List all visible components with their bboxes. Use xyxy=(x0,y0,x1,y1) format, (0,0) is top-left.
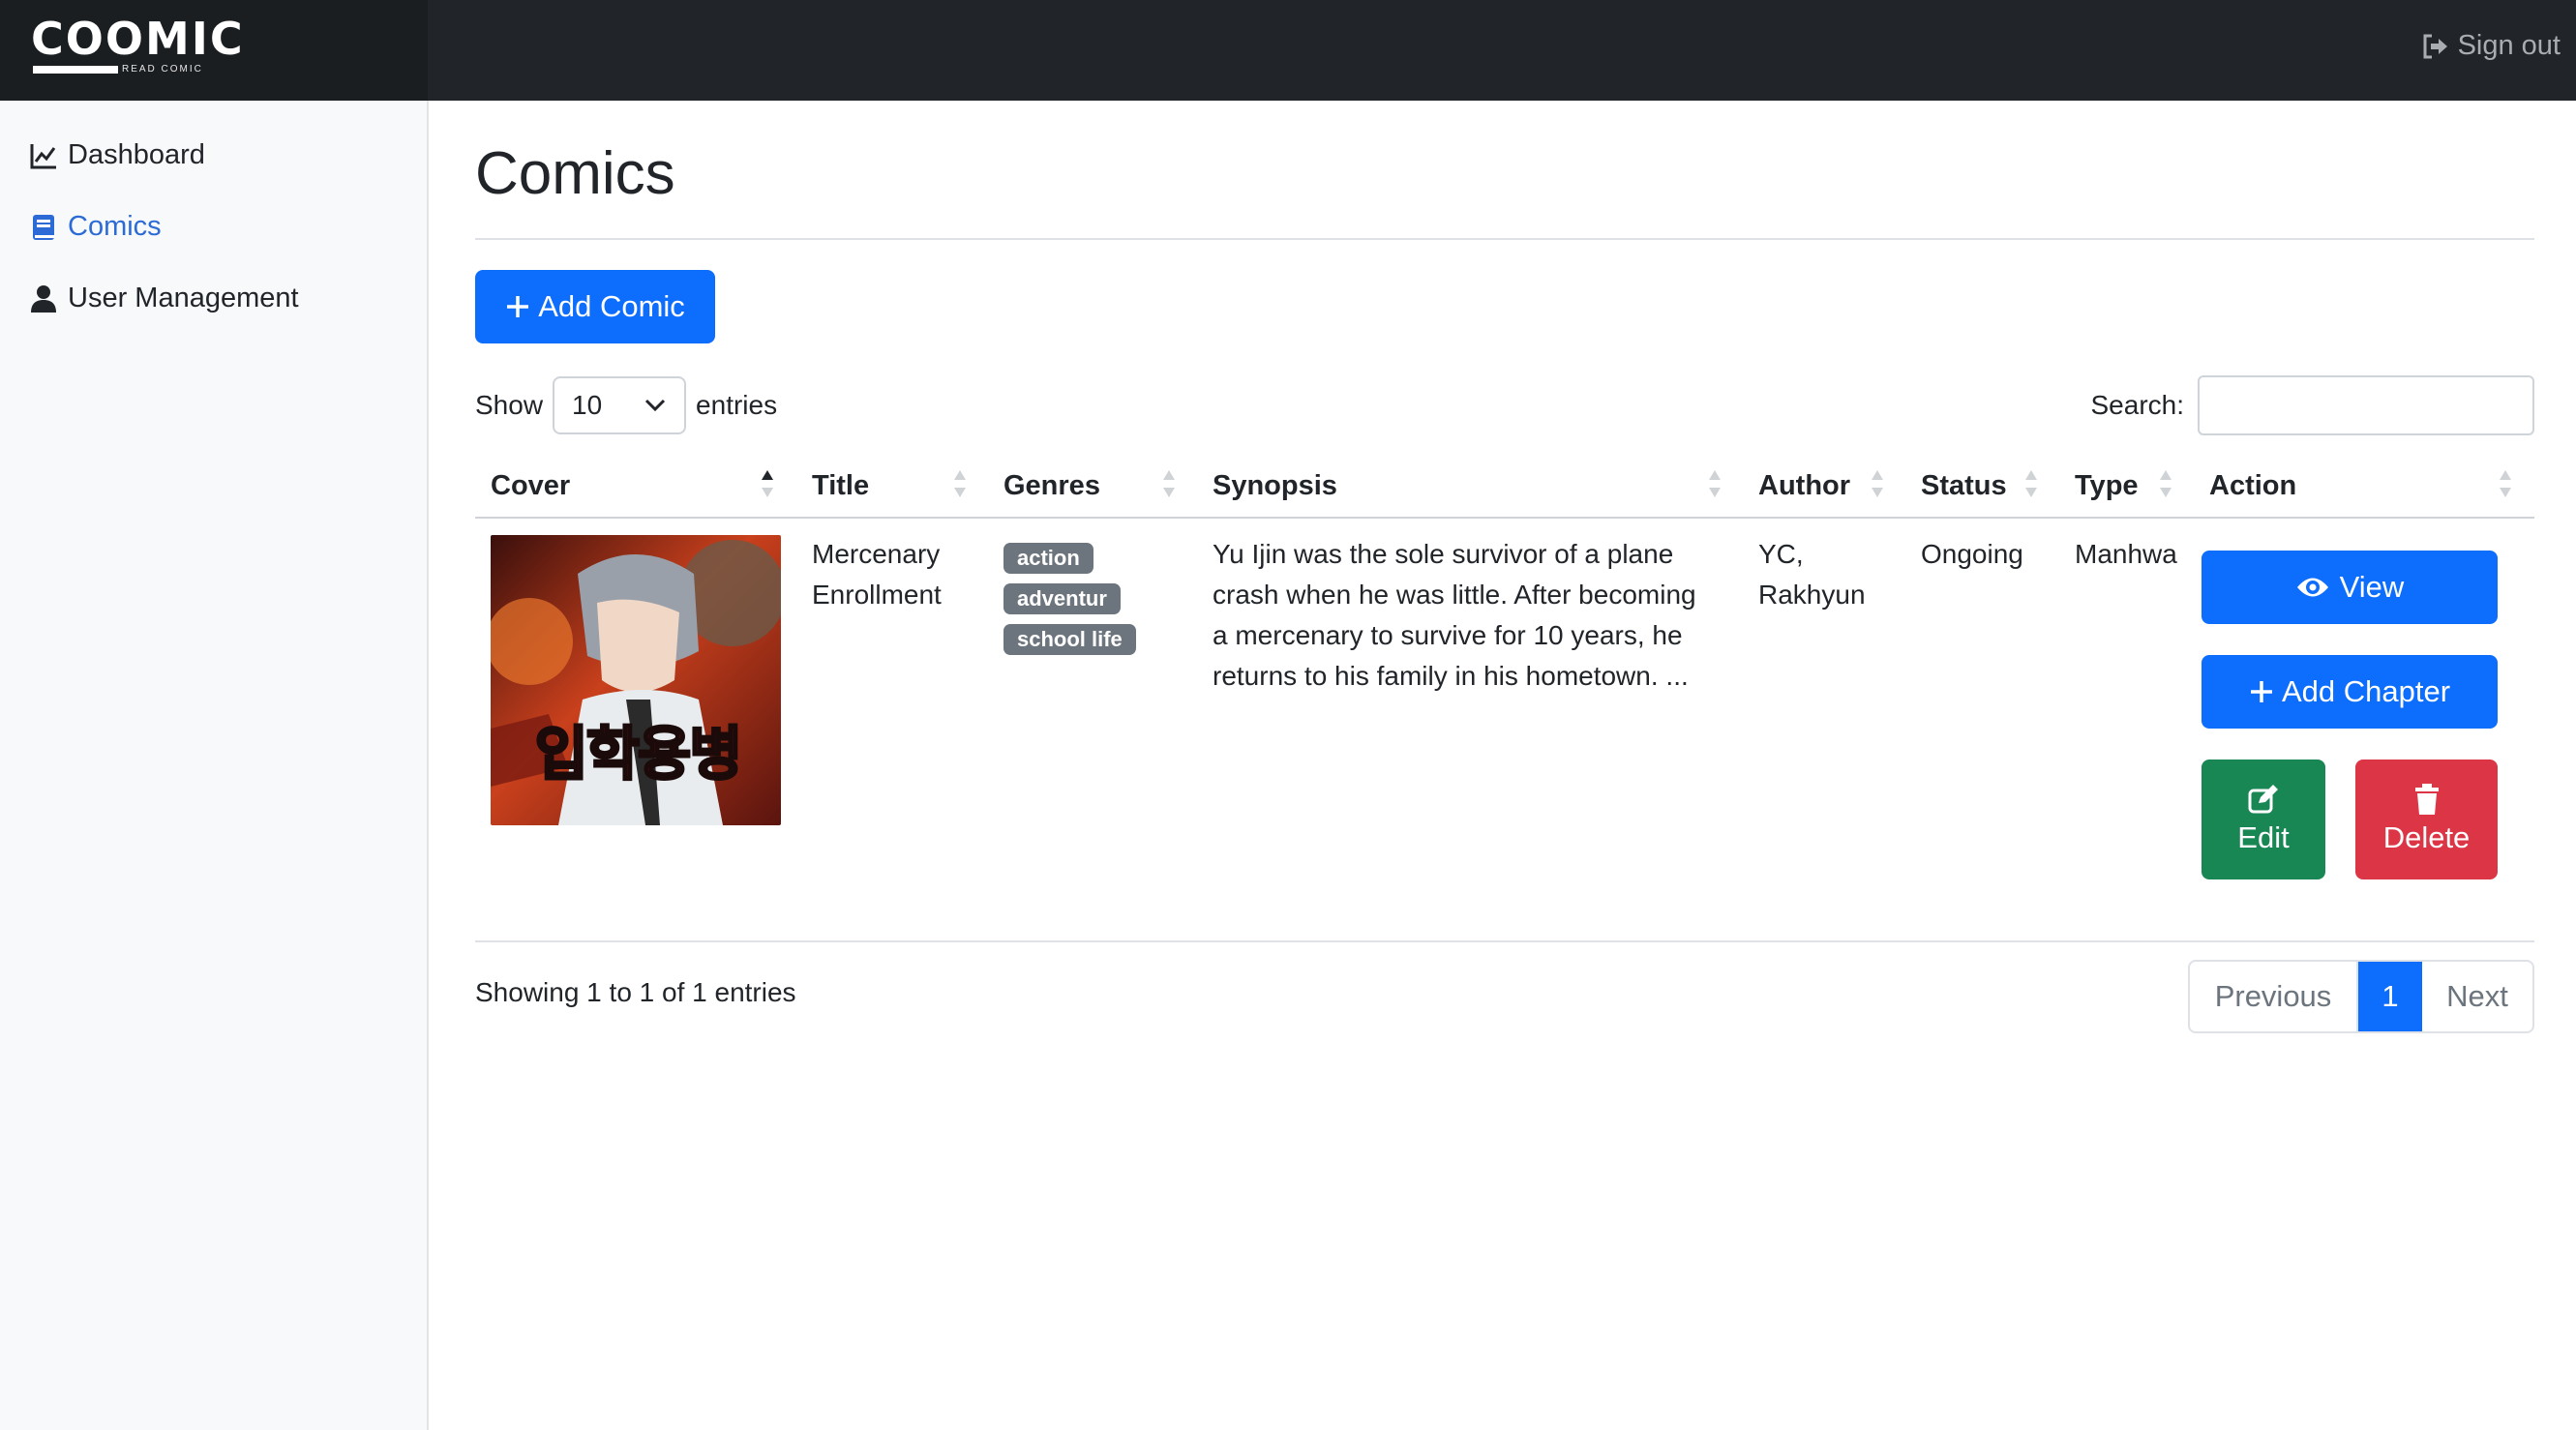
column-header-title[interactable]: Title xyxy=(812,461,869,511)
plus-icon xyxy=(507,296,529,317)
add-comic-button[interactable]: Add Comic xyxy=(475,270,715,343)
view-button[interactable]: View xyxy=(2202,551,2498,624)
column-header-synopsis[interactable]: Synopsis xyxy=(1213,461,1337,511)
chart-line-icon xyxy=(30,143,56,168)
sort-icon xyxy=(2025,470,2037,497)
sidebar-item-label: Dashboard xyxy=(68,139,205,170)
cover-title-text: 입학용병 xyxy=(533,720,744,790)
comic-type: Manhwa xyxy=(2075,539,2177,569)
genre-badge: school life xyxy=(1003,624,1136,655)
synopsis-line: crash when he was little. After becoming xyxy=(1213,580,1696,610)
edit-icon xyxy=(2248,785,2278,814)
entries-label: entries xyxy=(696,390,778,420)
pagination: Previous 1 Next xyxy=(2188,960,2534,1033)
add-chapter-button[interactable]: Add Chapter xyxy=(2202,655,2498,729)
author-line: Rakhyun xyxy=(1758,580,1866,610)
pagination-previous[interactable]: Previous xyxy=(2190,962,2358,1031)
brand-logo[interactable]: COOMIC READ COMIC xyxy=(31,13,245,74)
sort-icon xyxy=(954,470,966,497)
sidebar: Dashboard Comics User Management xyxy=(0,101,429,1430)
chevron-down-icon xyxy=(644,399,666,412)
search-control: Search: xyxy=(2090,375,2534,435)
sort-icon xyxy=(1709,470,1721,497)
author-line: YC, xyxy=(1758,539,1804,569)
sign-out-label: Sign out xyxy=(2457,30,2561,61)
pagination-next[interactable]: Next xyxy=(2422,962,2532,1031)
brand-underline xyxy=(33,66,118,74)
comic-title-line: Mercenary xyxy=(812,539,941,569)
sort-icon xyxy=(1872,470,1883,497)
brand-area: COOMIC READ COMIC xyxy=(0,0,428,101)
title-divider xyxy=(475,238,2534,240)
column-header-cover[interactable]: Cover xyxy=(491,461,570,511)
comic-title-line: Enrollment xyxy=(812,580,942,610)
sort-icon xyxy=(2160,470,2172,497)
book-icon xyxy=(33,214,54,240)
sort-icon xyxy=(2500,470,2511,497)
genre-badge: adventur xyxy=(1003,583,1121,614)
sidebar-item-label: User Management xyxy=(68,283,299,313)
sort-asc-icon xyxy=(762,470,773,497)
column-header-author[interactable]: Author xyxy=(1758,461,1850,511)
view-label: View xyxy=(2339,570,2405,604)
user-icon xyxy=(31,284,56,313)
top-navbar: COOMIC READ COMIC Sign out xyxy=(0,0,2576,101)
sidebar-item-comics[interactable]: Comics xyxy=(29,211,162,243)
comic-author: YC, Rakhyun xyxy=(1758,534,1866,615)
brand-tagline: READ COMIC xyxy=(122,64,203,74)
synopsis-line: a mercenary to survive for 10 years, he xyxy=(1213,620,1683,650)
search-input[interactable] xyxy=(2198,375,2534,435)
table-bottom-divider xyxy=(475,940,2534,942)
comic-cover-image[interactable]: 입학용병 xyxy=(491,535,781,825)
plus-icon xyxy=(2250,681,2272,702)
edit-button[interactable]: Edit xyxy=(2202,760,2325,879)
column-header-action[interactable]: Action xyxy=(2209,461,2296,511)
sidebar-item-label: Comics xyxy=(68,211,162,242)
edit-label: Edit xyxy=(2237,820,2290,854)
page-title: Comics xyxy=(475,140,675,207)
sign-out-link[interactable]: Sign out xyxy=(2421,30,2561,62)
delete-label: Delete xyxy=(2382,820,2471,854)
column-header-type[interactable]: Type xyxy=(2075,461,2139,511)
sidebar-item-dashboard[interactable]: Dashboard xyxy=(29,139,205,171)
column-header-status[interactable]: Status xyxy=(1921,461,2007,511)
comic-synopsis: Yu Ijin was the sole survivor of a plane… xyxy=(1213,534,1696,697)
delete-button[interactable]: Delete xyxy=(2355,760,2498,879)
synopsis-line: returns to his family in his hometown. .… xyxy=(1213,661,1689,691)
pagination-page-1[interactable]: 1 xyxy=(2358,962,2422,1031)
table-info: Showing 1 to 1 of 1 entries xyxy=(475,977,796,1007)
sort-icon xyxy=(1163,470,1175,497)
header-divider xyxy=(475,517,2534,519)
add-comic-label: Add Comic xyxy=(538,289,685,323)
show-label: Show xyxy=(475,390,544,420)
eye-icon xyxy=(2296,578,2328,597)
genre-badge: action xyxy=(1003,543,1093,574)
synopsis-line: Yu Ijin was the sole survivor of a plane xyxy=(1213,539,1674,569)
comic-status: Ongoing xyxy=(1921,539,2023,569)
sign-out-icon xyxy=(2423,34,2447,58)
add-chapter-label: Add Chapter xyxy=(2281,674,2451,708)
column-header-genres[interactable]: Genres xyxy=(1003,461,1100,511)
sidebar-item-user-management[interactable]: User Management xyxy=(29,283,299,314)
brand-name: COOMIC xyxy=(31,13,245,65)
search-label: Search: xyxy=(2090,390,2185,420)
comic-title: Mercenary Enrollment xyxy=(812,534,942,615)
trash-icon xyxy=(2414,784,2439,815)
page-length-value: 10 xyxy=(572,390,603,420)
page-length-control: Show 10 entries xyxy=(475,375,777,435)
page-length-select[interactable]: 10 xyxy=(553,376,687,434)
